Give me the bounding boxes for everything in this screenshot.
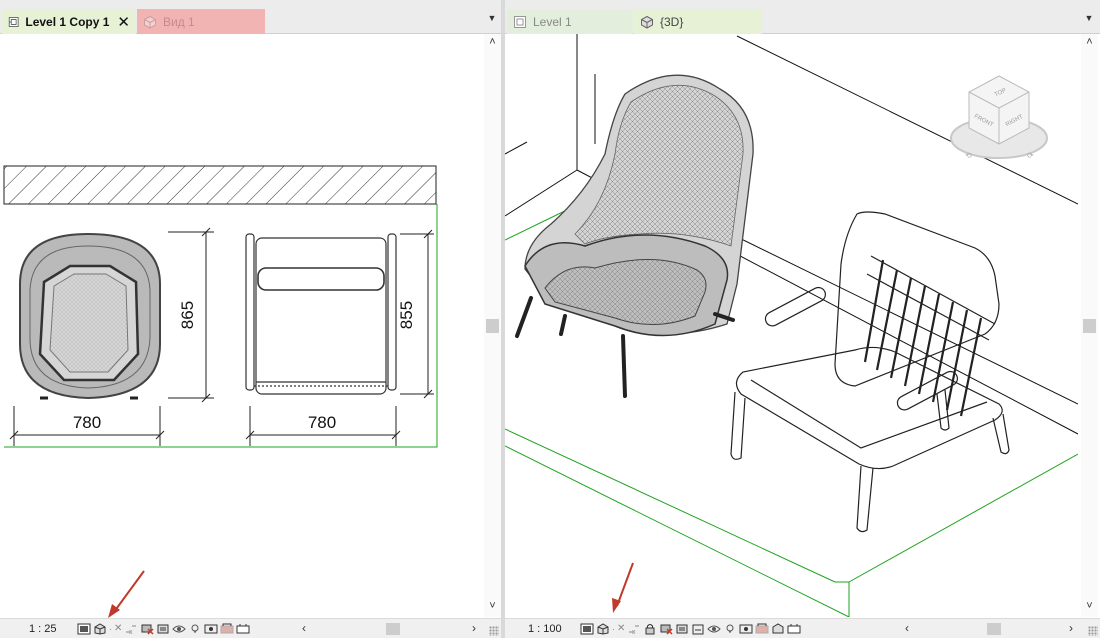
tab-label: Level 1: [533, 14, 572, 29]
view-controls: · ✕ x: [77, 622, 250, 635]
dimension-width-left: 780: [73, 413, 101, 432]
scroll-thumb[interactable]: [1083, 319, 1096, 333]
lounge-chair-3d: [515, 74, 754, 398]
shadows-off-icon[interactable]: ✕: [617, 623, 625, 634]
tab-label: Level 1 Copy 1: [25, 14, 110, 29]
scroll-right-icon[interactable]: ›: [1069, 621, 1073, 635]
tab-level1-copy1[interactable]: Level 1 Copy 1 ✕: [2, 9, 136, 34]
dimension-depth-left: 865: [178, 301, 197, 329]
tab-list-dropdown-icon[interactable]: ▼: [487, 13, 497, 23]
right-vertical-scrollbar[interactable]: ˄ ˅: [1081, 34, 1098, 617]
dimension-depth-right: 855: [397, 301, 416, 329]
left-horizontal-scrollbar[interactable]: ‹ ›: [302, 621, 484, 637]
right-tab-bar: Level 1 {3D} ▼: [505, 0, 1100, 34]
right-view-pane: Level 1 {3D} ▼ TOP FRONT RIGHT ⟲ ⟳ ˄ ˅ 1…: [505, 0, 1100, 638]
visual-style-icon[interactable]: [596, 622, 610, 635]
3d-view-icon: [144, 15, 156, 29]
resize-grip[interactable]: [489, 626, 499, 636]
scroll-thumb[interactable]: [386, 623, 400, 635]
tab-level1[interactable]: Level 1: [507, 9, 633, 34]
crop-view-icon[interactable]: [140, 623, 154, 635]
worksharing-display-icon[interactable]: [787, 623, 801, 635]
right-horizontal-scrollbar[interactable]: ‹ ›: [905, 621, 1081, 637]
scroll-down-icon[interactable]: ˅: [484, 600, 501, 612]
floor-plan-canvas[interactable]: 780 780 865 855: [0, 34, 484, 617]
scroll-down-icon[interactable]: ˅: [1081, 600, 1098, 612]
reveal-hidden-icon[interactable]: [204, 623, 218, 635]
scroll-left-icon[interactable]: ‹: [905, 621, 909, 635]
shadows-off-icon[interactable]: ✕: [114, 623, 122, 634]
tab-label: Вид 1: [163, 14, 195, 29]
sun-path-off-icon[interactable]: ·: [612, 624, 615, 634]
view-scale[interactable]: 1 : 25: [29, 623, 77, 635]
crop-region-visibility-icon[interactable]: [156, 623, 170, 635]
compass-icon[interactable]: ⟳: [1027, 151, 1034, 160]
rendering-icon[interactable]: x: [627, 623, 641, 635]
visual-style-icon[interactable]: [93, 622, 107, 635]
scroll-up-icon[interactable]: ˄: [1081, 36, 1098, 48]
highlight-displacement-icon[interactable]: [771, 622, 785, 635]
view-controls: · ✕ x: [580, 622, 801, 635]
view-scale[interactable]: 1 : 100: [528, 623, 580, 635]
analytical-model-icon[interactable]: [220, 623, 234, 635]
temporary-hide-icon[interactable]: [172, 623, 187, 635]
left-tab-bar: Level 1 Copy 1 ✕ Вид 1 ▼: [0, 0, 501, 34]
left-view-control-bar: 1 : 25 · ✕ x ‹ ›: [0, 618, 501, 638]
scroll-thumb[interactable]: [486, 319, 499, 333]
worksharing-display-icon[interactable]: [236, 623, 250, 635]
tab-vid1[interactable]: Вид 1: [137, 9, 265, 34]
crop-view-icon[interactable]: [659, 623, 673, 635]
crop-region-visibility-icon[interactable]: [675, 623, 689, 635]
unlocked-view-icon[interactable]: [691, 623, 705, 635]
analytical-model-icon[interactable]: [755, 623, 769, 635]
lounge-chair-plan: [19, 232, 161, 400]
detail-level-icon[interactable]: [77, 623, 91, 635]
light-bulb-icon[interactable]: [188, 623, 202, 635]
scroll-right-icon[interactable]: ›: [472, 621, 476, 635]
floor-plan-icon: [514, 15, 526, 28]
3d-view-icon: [641, 15, 653, 29]
svg-text:x: x: [632, 629, 636, 635]
viewcube[interactable]: TOP FRONT RIGHT ⟲ ⟳: [950, 75, 1048, 160]
floor-plan-icon: [8, 16, 19, 27]
left-view-pane: Level 1 Copy 1 ✕ Вид 1 ▼ 780 780 865 855…: [0, 0, 501, 638]
lock-3d-view-icon[interactable]: [643, 623, 657, 635]
sun-path-off-icon[interactable]: ·: [109, 624, 112, 634]
left-vertical-scrollbar[interactable]: ˄ ˅: [484, 34, 501, 617]
frame-chair-plan: [245, 233, 397, 395]
reveal-hidden-icon[interactable]: [739, 623, 753, 635]
scroll-left-icon[interactable]: ‹: [302, 621, 306, 635]
tab-label: {3D}: [660, 14, 684, 29]
light-bulb-icon[interactable]: [723, 623, 737, 635]
frame-chair-3d: [730, 211, 1010, 533]
3d-view-canvas[interactable]: TOP FRONT RIGHT ⟲ ⟳: [505, 34, 1078, 617]
temporary-hide-icon[interactable]: [707, 623, 722, 635]
resize-grip[interactable]: [1088, 626, 1098, 636]
tab-3d[interactable]: {3D}: [634, 9, 762, 34]
wall-hatch: [3, 165, 437, 205]
scroll-up-icon[interactable]: ˄: [484, 36, 501, 48]
close-icon[interactable]: ✕: [117, 13, 130, 31]
rendering-icon[interactable]: x: [124, 623, 138, 635]
dimension-width-right: 780: [308, 413, 336, 432]
compass-icon[interactable]: ⟲: [965, 151, 972, 160]
tab-list-dropdown-icon[interactable]: ▼: [1084, 13, 1094, 23]
scroll-thumb[interactable]: [987, 623, 1001, 635]
right-view-control-bar: 1 : 100 · ✕ x ‹ ›: [505, 618, 1100, 638]
detail-level-icon[interactable]: [580, 623, 594, 635]
svg-text:x: x: [129, 629, 133, 635]
